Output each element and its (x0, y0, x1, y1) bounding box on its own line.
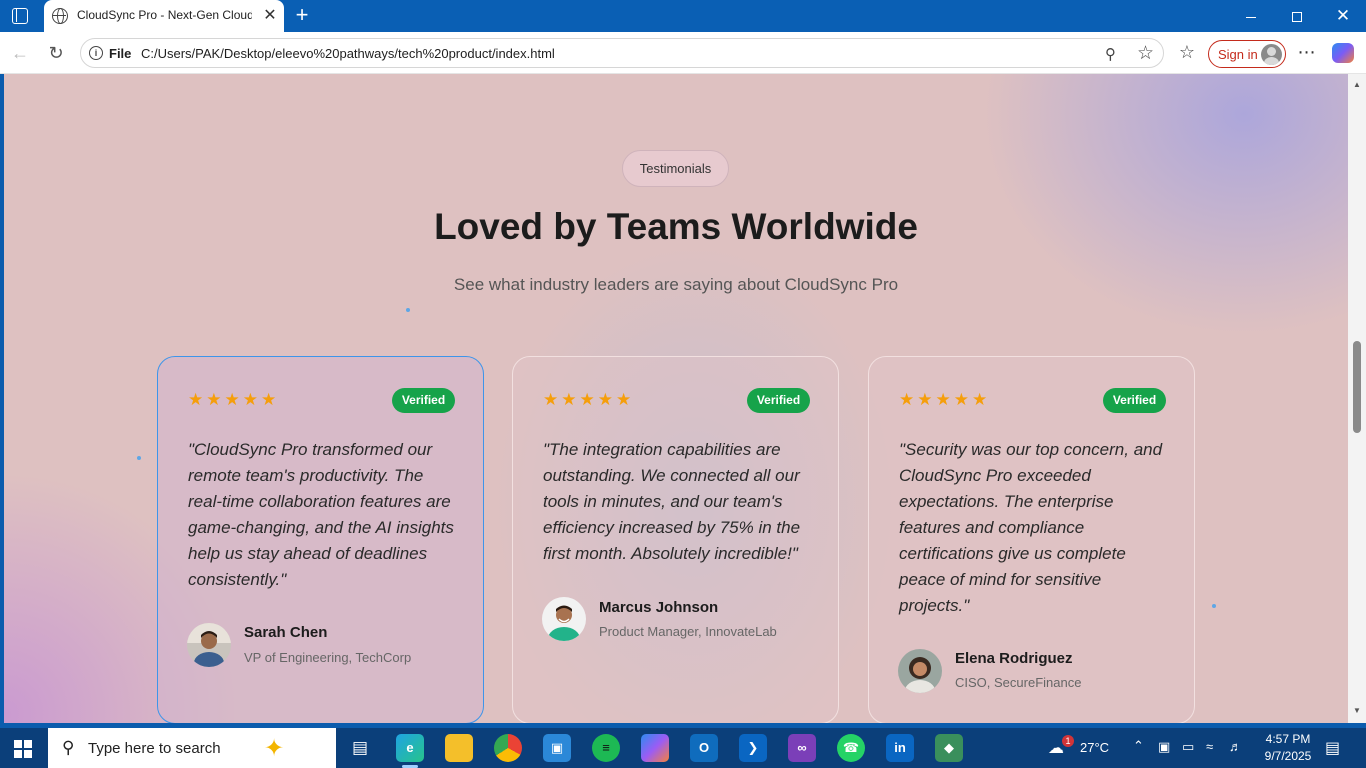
new-tab-button[interactable]: + (292, 4, 312, 28)
author-name: Sarah Chen (244, 624, 328, 641)
section-subtitle: See what industry leaders are saying abo… (453, 275, 899, 294)
testimonial-quote: "Security was our top concern, and Cloud… (899, 440, 1163, 615)
task-view-icon[interactable]: ▤ (346, 734, 374, 762)
back-arrow-icon[interactable]: ← (8, 41, 32, 65)
wifi-icon[interactable]: ≈ (1206, 739, 1213, 754)
notifications-icon[interactable]: ▤ (1325, 738, 1340, 758)
verified-badge: Verified (392, 388, 455, 413)
show-hidden-icons-icon[interactable]: ⌃ (1133, 738, 1144, 754)
avatar (187, 623, 231, 667)
visual-studio-icon[interactable]: ∞ (788, 734, 816, 762)
spotify-icon[interactable]: ≡ (592, 734, 620, 762)
vscode-icon[interactable]: ❯ (739, 734, 767, 762)
scroll-thumb[interactable] (1353, 341, 1361, 433)
section-badge: Testimonials (622, 150, 729, 187)
section-title: Loved by Teams Worldwide (434, 206, 918, 247)
decorative-dot (1212, 604, 1216, 608)
chrome-icon[interactable] (494, 734, 522, 762)
avatar (898, 649, 942, 693)
weather-badge: 1 (1062, 735, 1074, 747)
page-scrollbar[interactable]: ▲ ▼ (1348, 74, 1366, 723)
rating-stars: ★★★★★ (188, 390, 280, 409)
scroll-down-arrow-icon[interactable]: ▼ (1353, 706, 1361, 715)
volume-icon[interactable]: ♬ (1229, 739, 1242, 754)
scroll-up-arrow-icon[interactable]: ▲ (1353, 80, 1361, 89)
favorite-star-icon[interactable]: ☆ (1137, 42, 1157, 64)
rating-stars: ★★★★★ (543, 390, 635, 409)
decorative-dot (406, 308, 410, 312)
testimonial-card[interactable]: ★★★★★ Verified "CloudSync Pro transforme… (157, 356, 484, 723)
avatar (542, 597, 586, 641)
rating-stars: ★★★★★ (899, 390, 991, 409)
address-scheme-label: File (109, 46, 132, 61)
taskbar-search-box[interactable]: ⚲ Type here to search ✦ (48, 728, 336, 768)
tab-actions-icon[interactable] (12, 8, 28, 24)
copilot-icon[interactable] (1332, 43, 1354, 63)
windows-start-icon[interactable] (14, 740, 32, 758)
verified-badge: Verified (1103, 388, 1166, 413)
file-explorer-icon[interactable] (445, 734, 473, 762)
browser-toolbar: ← ↻ i File C:/Users/PAK/Desktop/eleevo%2… (0, 32, 1366, 74)
author-role: CISO, SecureFinance (955, 675, 1082, 690)
globe-icon (52, 8, 68, 24)
url-text[interactable]: C:/Users/PAK/Desktop/eleevo%20pathways/t… (141, 46, 555, 61)
verified-badge: Verified (747, 388, 810, 413)
clock-time[interactable]: 4:57 PM (1258, 732, 1318, 746)
whatsapp-icon[interactable]: ☎ (837, 734, 865, 762)
git-icon[interactable]: ◆ (935, 734, 963, 762)
windows-taskbar: ⚲ Type here to search ✦ ▤ e ▣ ≡ O ❯ ∞ ☎ … (0, 728, 1366, 768)
microsoft-store-icon[interactable]: ▣ (543, 734, 571, 762)
author-role: VP of Engineering, TechCorp (244, 650, 412, 665)
restore-button[interactable] (1274, 0, 1320, 32)
tab-close-icon[interactable]: ✕ (262, 6, 278, 26)
minimize-button[interactable] (1228, 0, 1274, 32)
author-role: Product Manager, InnovateLab (599, 624, 777, 639)
testimonial-quote: "CloudSync Pro transformed our remote te… (188, 440, 454, 589)
tab-title: CloudSync Pro - Next-Gen Cloud (77, 8, 252, 22)
copilot-sparkle-icon: ✦ (264, 735, 285, 762)
reload-icon[interactable]: ↻ (44, 41, 68, 65)
linkedin-icon[interactable]: in (886, 734, 914, 762)
outlook-icon[interactable]: O (690, 734, 718, 762)
battery-icon[interactable]: ▭ (1182, 739, 1194, 755)
meet-now-icon[interactable]: ▣ (1158, 739, 1170, 755)
sign-in-label: Sign in (1218, 47, 1258, 62)
close-window-button[interactable]: ✕ (1320, 0, 1366, 32)
search-placeholder: Type here to search (88, 740, 221, 757)
favorites-icon[interactable]: ☆ (1176, 42, 1198, 64)
copilot-app-icon[interactable] (641, 734, 669, 762)
search-icon: ⚲ (62, 738, 75, 757)
address-bar[interactable]: i File C:/Users/PAK/Desktop/eleevo%20pat… (80, 38, 1164, 68)
author-name: Marcus Johnson (599, 599, 719, 616)
profile-avatar-icon (1261, 44, 1282, 65)
testimonial-card[interactable]: ★★★★★ Verified "The integration capabili… (512, 356, 839, 723)
browser-tab[interactable]: CloudSync Pro - Next-Gen Cloud ✕ (44, 0, 284, 32)
author-name: Elena Rodriguez (955, 650, 1073, 667)
browser-titlebar: CloudSync Pro - Next-Gen Cloud ✕ + ✕ (0, 0, 1366, 32)
weather-temperature[interactable]: 27°C (1080, 740, 1109, 755)
more-options-icon[interactable]: ⋯ (1296, 42, 1318, 64)
edge-icon[interactable]: e (396, 734, 424, 762)
testimonial-quote: "The integration capabilities are outsta… (543, 440, 801, 563)
decorative-dot (137, 456, 141, 460)
sign-in-button[interactable]: Sign in (1208, 40, 1286, 68)
info-icon[interactable]: i (89, 46, 103, 60)
zoom-icon[interactable]: ⚲ (1105, 45, 1123, 63)
clock-date[interactable]: 9/7/2025 (1258, 749, 1318, 763)
testimonial-card[interactable]: ★★★★★ Verified "Security was our top con… (868, 356, 1195, 723)
page-viewport: Testimonials Loved by Teams Worldwide Se… (4, 74, 1348, 723)
